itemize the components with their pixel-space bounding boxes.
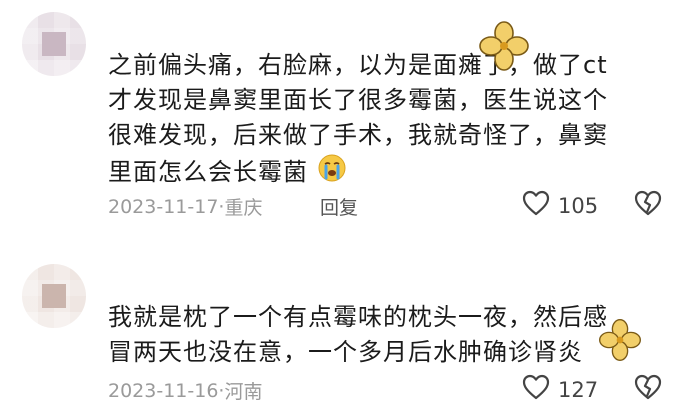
crying-face-icon xyxy=(317,153,347,193)
comment-date: 2023-11-17 xyxy=(108,195,219,218)
reply-button[interactable]: 回复 xyxy=(320,193,358,220)
avatar[interactable] xyxy=(22,264,86,328)
like-button[interactable]: 105 xyxy=(522,190,598,221)
like-count: 127 xyxy=(558,377,599,402)
dislike-button[interactable] xyxy=(634,374,662,404)
comment-meta: 2023-11-17 · 重庆 xyxy=(108,193,262,220)
comment-text: 我就是枕了一个有点霉味的枕头一夜，然后感 冒两天也没在意，一个多月后水肿确诊肾炎 xyxy=(108,300,668,370)
heart-icon xyxy=(522,190,550,221)
like-count: 105 xyxy=(558,193,599,218)
comment-location: 河南 xyxy=(224,381,263,403)
comment-line: 之前偏头痛，右脸麻，以为是面瘫了，做了ct xyxy=(108,51,608,79)
broken-heart-icon xyxy=(634,374,662,404)
broken-heart-icon xyxy=(634,190,662,220)
comment-line-last: 里面怎么会长霉菌 xyxy=(108,153,668,193)
avatar[interactable] xyxy=(22,12,86,76)
comment-line: 才发现是鼻窦里面长了很多霉菌，医生说这个 xyxy=(108,86,608,114)
like-button[interactable]: 127 xyxy=(522,374,598,405)
dislike-button[interactable] xyxy=(634,190,662,220)
comment-date: 2023-11-16 xyxy=(108,379,219,402)
comment-line: 很难发现，后来做了手术，我就奇怪了，鼻窦 xyxy=(108,121,608,149)
comment-location: 重庆 xyxy=(224,197,263,219)
heart-icon xyxy=(522,374,550,405)
flower-sticker-icon xyxy=(478,20,530,76)
comment-line: 冒两天也没在意，一个多月后水肿确诊肾炎 xyxy=(108,338,583,366)
comment-meta: 2023-11-16 · 河南 xyxy=(108,377,262,404)
comment-text: 之前偏头痛，右脸麻，以为是面瘫了，做了ct 才发现是鼻窦里面长了很多霉菌，医生说… xyxy=(108,48,668,193)
comment-line-text: 里面怎么会长霉菌 xyxy=(108,158,308,186)
comment-line: 我就是枕了一个有点霉味的枕头一夜，然后感 xyxy=(108,303,608,331)
flower-sticker-icon xyxy=(598,318,642,366)
